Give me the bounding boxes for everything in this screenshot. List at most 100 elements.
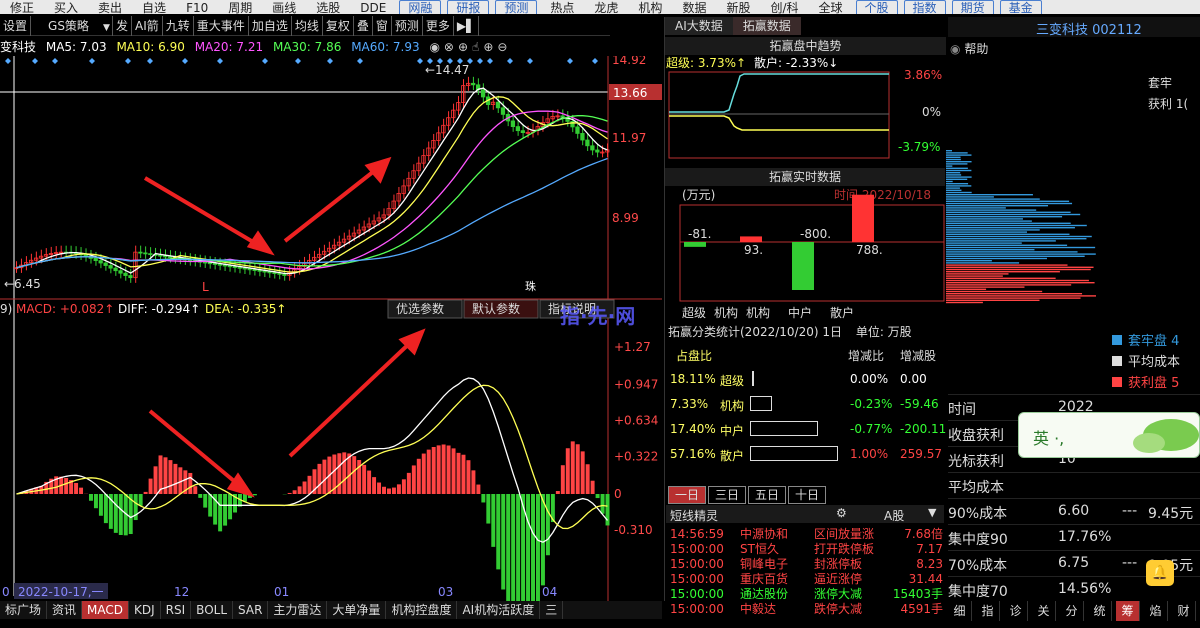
indicator-tab[interactable]: SAR (233, 601, 269, 619)
menu-item[interactable]: 个股 (855, 0, 898, 14)
help-link[interactable]: ◉ 帮助 (950, 40, 988, 57)
chip-bar (946, 233, 1070, 235)
menu-item[interactable]: 新股 (716, 1, 760, 14)
right-tab[interactable]: 焰 (1144, 601, 1168, 621)
toolbar-item[interactable]: GS策略 ▼ (31, 16, 114, 36)
news-settings-icon[interactable]: ⚙ (836, 506, 847, 520)
param-button-label[interactable]: 优选参数 (396, 301, 444, 316)
period-tab[interactable]: 五日 (748, 486, 787, 504)
indicator-tab[interactable]: RSI (161, 601, 192, 619)
chevron-down-icon: ▼ (928, 506, 937, 519)
menu-item[interactable]: 预测 (495, 0, 538, 14)
toolbar-item[interactable]: 窗 (373, 16, 392, 36)
indicator-tab[interactable]: 大单净量 (327, 601, 387, 619)
indicator-tab[interactable]: KDJ (129, 601, 161, 619)
indicator-tab[interactable]: 资讯 (47, 601, 83, 619)
toolbar-item[interactable]: 复权 (323, 16, 354, 36)
toolbar-item[interactable]: AI箭 (132, 16, 163, 36)
chip-bar (946, 253, 1096, 255)
menu-item[interactable]: DDE (350, 1, 396, 14)
diamond-icon (125, 58, 131, 64)
news-row[interactable]: 15:00:00 中毅达 跌停大减 4591手 (668, 602, 943, 617)
toolbar-item[interactable]: 均线 (292, 16, 323, 36)
toolbar-item[interactable]: 设置 (0, 16, 32, 36)
ai-tab[interactable]: AI大数据 (665, 17, 733, 35)
toolbar-item[interactable]: 九转 (163, 16, 194, 36)
chart-tool-icons[interactable]: ◉⊗⊕☝⊕⊖ (429, 40, 511, 54)
right-tab[interactable]: 统 (1088, 601, 1112, 621)
toolbar-item[interactable]: 预测 (392, 16, 423, 36)
candle-body (262, 270, 267, 273)
indicator-tab[interactable]: 三 (540, 601, 564, 619)
menu-item[interactable]: 创/科 (760, 1, 808, 14)
candle-body (500, 107, 506, 115)
menu-item[interactable]: 基金 (999, 0, 1042, 14)
menu-item[interactable]: 买入 (44, 1, 88, 14)
info-value: 6.60 (1058, 503, 1090, 519)
news-row[interactable]: 15:00:00 ST恒久 打开跌停板 7.17 (668, 542, 943, 557)
indicator-tab[interactable]: 主力雷达 (268, 601, 328, 619)
news-row[interactable]: 15:00:00 通达股份 涨停大减 15403手 (668, 587, 943, 602)
menu-item[interactable]: 自选 (132, 1, 176, 14)
toolbar-item[interactable]: 加自选 (249, 16, 292, 36)
indicator-tab[interactable]: BOLL (191, 601, 234, 619)
right-tab[interactable]: 诊 (1004, 601, 1028, 621)
bell-icon[interactable]: 🔔 (1146, 560, 1174, 586)
menu-item[interactable]: 龙虎 (584, 1, 628, 14)
news-market[interactable]: A股 (884, 507, 904, 524)
menu-item[interactable]: F10 (176, 1, 218, 14)
indicator-tab[interactable]: 机构控盘度 (386, 601, 458, 619)
toolbar-item[interactable]: 发 (113, 16, 133, 36)
info-row: 90%成本 6.60 --- 9.45元 (948, 498, 1200, 524)
chip-bar (946, 165, 953, 167)
right-tab[interactable]: 细 (948, 601, 972, 621)
period-tab[interactable]: 三日 (708, 486, 747, 504)
indicator-tab[interactable]: 标广场 (0, 601, 48, 619)
leaf-icon (1133, 419, 1199, 453)
menu-item[interactable]: 研报 (447, 0, 490, 14)
menu-item[interactable]: 周期 (218, 1, 262, 14)
stats-pct: 18.11% (670, 372, 716, 386)
period-tab[interactable]: 一日 (668, 486, 707, 504)
right-tab[interactable]: 分 (1060, 601, 1084, 621)
menu-item[interactable]: 数据 (672, 1, 716, 14)
news-row[interactable]: 15:00:00 铜峰电子 封涨停板 8.23 (668, 557, 943, 572)
diamond-icon (52, 58, 58, 64)
menu-item[interactable]: 卖出 (88, 1, 132, 14)
menu-item[interactable]: 选股 (306, 1, 350, 14)
menu-item[interactable]: 网融 (399, 0, 442, 14)
right-tab[interactable]: 财 (1172, 601, 1196, 621)
menu-item[interactable]: 画线 (262, 1, 306, 14)
ai-tab[interactable]: 拓赢数据 (732, 17, 801, 35)
ime-popup[interactable]: 英 ·, (1018, 412, 1200, 458)
sidebar-toggle-icon[interactable]: ▶▌ (454, 16, 480, 36)
indicator-tab[interactable]: MACD (82, 601, 130, 619)
macd-axis-label: -0.310 (614, 523, 653, 537)
right-tab[interactable]: 指 (976, 601, 1000, 621)
help-text: 帮助 (964, 42, 989, 56)
menu-item[interactable]: 期货 (951, 0, 994, 14)
param-button-label[interactable]: 默认参数 (472, 301, 520, 316)
period-tab[interactable]: 十日 (788, 486, 827, 504)
toolbar-item[interactable]: 叠 (354, 16, 373, 36)
menu-item[interactable]: 全球 (809, 1, 853, 14)
stats-chg: -0.77% (850, 422, 893, 436)
diamond-icon (487, 58, 493, 64)
chip-bar (946, 156, 961, 158)
menu-item[interactable]: 修正 (0, 1, 44, 14)
menu-item[interactable]: 指数 (903, 0, 946, 14)
toolbar-item[interactable]: 重大事件 (194, 16, 249, 36)
indicator-tab[interactable]: AI机构活跃度 (457, 601, 541, 619)
menu-item[interactable]: 热点 (540, 1, 584, 14)
menu-item[interactable]: 机构 (628, 1, 672, 14)
right-tab[interactable]: 筹 (1116, 601, 1140, 621)
stats-name: 超级 (720, 374, 745, 388)
stats-row: 7.33% 机构 -0.23% -59.46 (668, 393, 943, 417)
right-tab[interactable]: 关 (1032, 601, 1056, 621)
news-row[interactable]: 14:56:59 中源协和 区间放量涨 7.68倍 (668, 527, 943, 542)
info-key: 光标获利 (948, 454, 1004, 470)
toolbar-item[interactable]: 更多 (423, 16, 454, 36)
current-price-text: 13.66 (613, 86, 647, 100)
ime-text: 英 ·, (1033, 429, 1065, 448)
news-row[interactable]: 15:00:00 重庆百货 逼近涨停 31.44 (668, 572, 943, 587)
